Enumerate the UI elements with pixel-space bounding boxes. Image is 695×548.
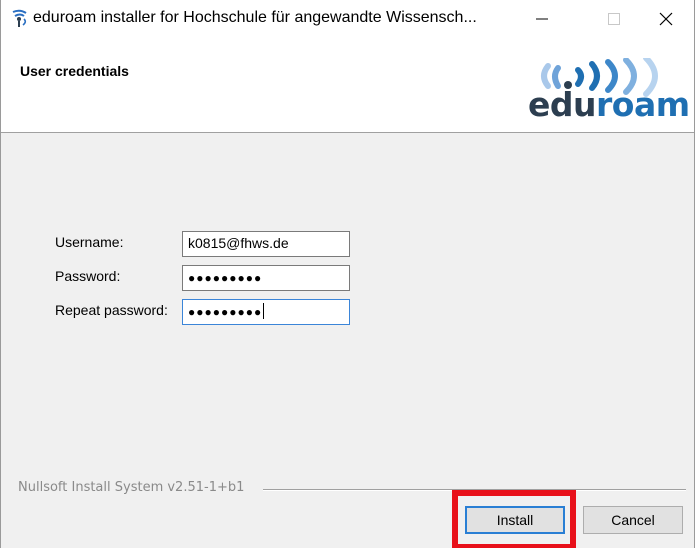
minimize-button[interactable] xyxy=(519,0,565,38)
repeat-password-field[interactable]: ●●●●●●●●● xyxy=(182,299,350,325)
cancel-button[interactable]: Cancel xyxy=(583,506,683,534)
password-field[interactable]: ●●●●●●●●● xyxy=(182,265,350,291)
maximize-icon xyxy=(608,13,620,25)
window-title: eduroam installer for Hochschule für ang… xyxy=(33,9,477,26)
maximize-button[interactable] xyxy=(591,0,637,38)
close-button[interactable] xyxy=(643,0,689,38)
password-mask: ●●●●●●●●● xyxy=(188,271,263,285)
install-highlight-box xyxy=(452,490,576,548)
page-title: User credentials xyxy=(20,63,129,79)
username-label: Username: xyxy=(55,234,124,250)
title-bar[interactable]: eduroam installer for Hochschule für ang… xyxy=(1,0,694,38)
text-caret xyxy=(263,303,265,319)
username-value: k0815@fhws.de xyxy=(188,235,289,251)
app-icon xyxy=(12,9,27,27)
eduroam-wordmark: eduroam xyxy=(528,85,690,124)
password-label: Password: xyxy=(55,268,121,284)
installer-window: eduroam installer for Hochschule für ang… xyxy=(0,0,695,548)
page-header: User credentials eduroam xyxy=(1,38,694,133)
close-icon xyxy=(659,12,673,26)
repeat-password-label: Repeat password: xyxy=(55,302,168,318)
minimize-icon xyxy=(536,18,548,20)
nsis-branding: Nullsoft Install System v2.51-1+b1 xyxy=(18,480,245,495)
eduroam-logo: eduroam xyxy=(526,58,694,130)
username-field[interactable]: k0815@fhws.de xyxy=(182,231,350,257)
repeat-password-mask: ●●●●●●●●● xyxy=(188,305,263,319)
